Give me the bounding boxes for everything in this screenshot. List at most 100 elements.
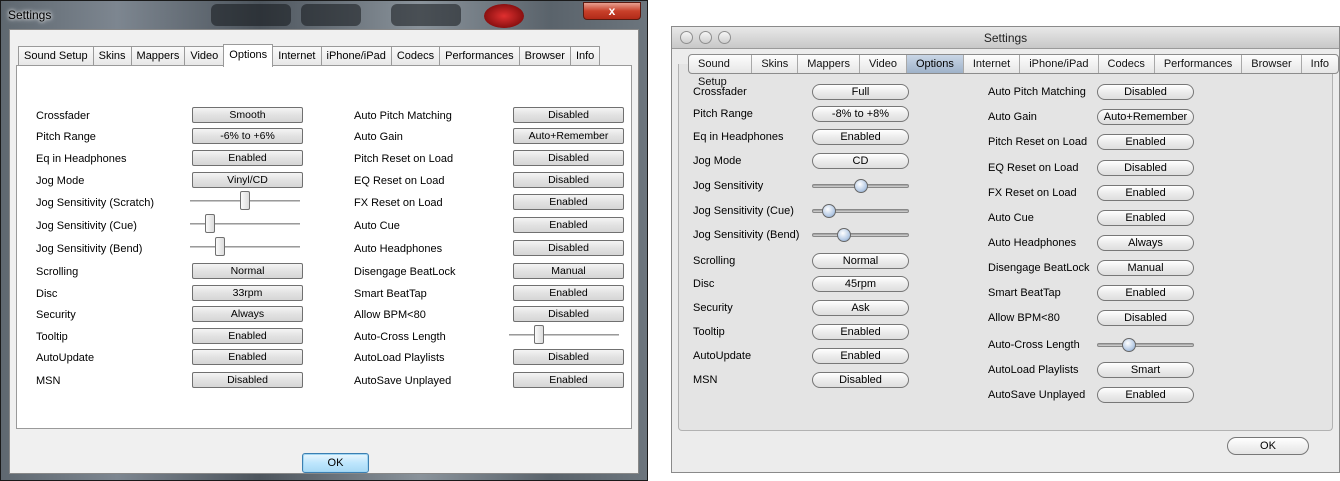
- disengage-beatlock-label: Disengage BeatLock: [988, 262, 1090, 274]
- slider-thumb[interactable]: [534, 325, 544, 344]
- auto-pitch-matching-label: Auto Pitch Matching: [354, 110, 452, 122]
- pitch-range-button[interactable]: -8% to +8%: [812, 106, 909, 122]
- auto-headphones-label: Auto Headphones: [988, 237, 1077, 249]
- window-title: Settings: [8, 8, 52, 22]
- jog-sensitivity-scratch-slider[interactable]: [190, 191, 300, 211]
- tab-skins[interactable]: Skins: [752, 55, 799, 73]
- slider-thumb[interactable]: [240, 191, 250, 210]
- auto-headphones-button[interactable]: Disabled: [513, 240, 624, 256]
- jog-sensitivity-bend-slider[interactable]: [190, 237, 300, 257]
- jog-sensitivity-slider[interactable]: [812, 179, 909, 193]
- tab-info[interactable]: Info: [1302, 55, 1338, 73]
- jog-sensitivity-bend-slider[interactable]: [812, 228, 909, 242]
- autoupdate-button[interactable]: Enabled: [812, 348, 909, 364]
- auto-cross-length-slider[interactable]: [509, 325, 619, 345]
- tab-performances[interactable]: Performances: [439, 46, 520, 66]
- slider-thumb[interactable]: [853, 179, 868, 193]
- tab-sound-setup[interactable]: Sound Setup: [689, 55, 753, 88]
- msn-button[interactable]: Disabled: [812, 372, 909, 388]
- tab-video[interactable]: Video: [860, 55, 907, 73]
- window-title: Settings: [983, 31, 1028, 45]
- slider-thumb[interactable]: [1121, 338, 1136, 352]
- eq-in-headphones-button[interactable]: Enabled: [192, 150, 303, 166]
- jog-mode-button[interactable]: CD: [812, 153, 909, 169]
- tab-skins[interactable]: Skins: [92, 46, 132, 66]
- slider-thumb[interactable]: [215, 237, 225, 256]
- jog-sensitivity-cue-slider[interactable]: [812, 204, 909, 218]
- disengage-beatlock-button[interactable]: Manual: [513, 263, 624, 279]
- autoupdate-label: AutoUpdate: [36, 352, 95, 364]
- tooltip-button[interactable]: Enabled: [812, 324, 909, 340]
- autosave-unplayed-button[interactable]: Enabled: [513, 372, 624, 388]
- eq-reset-on-load-button[interactable]: Disabled: [1097, 160, 1194, 176]
- slider-track: [812, 233, 909, 237]
- auto-pitch-matching-button[interactable]: Disabled: [513, 107, 624, 123]
- auto-cue-button[interactable]: Enabled: [513, 217, 624, 233]
- tab-video[interactable]: Video: [184, 46, 225, 66]
- auto-cross-length-slider[interactable]: [1097, 338, 1194, 352]
- scrolling-button[interactable]: Normal: [812, 253, 909, 269]
- auto-cue-button[interactable]: Enabled: [1097, 210, 1194, 226]
- tab-internet[interactable]: Internet: [272, 46, 322, 66]
- auto-gain-button[interactable]: Auto+Remember: [1097, 109, 1194, 125]
- crossfader-button[interactable]: Full: [812, 84, 909, 100]
- disc-button[interactable]: 33rpm: [192, 285, 303, 301]
- pitch-reset-on-load-button[interactable]: Disabled: [513, 150, 624, 166]
- scrolling-button[interactable]: Normal: [192, 263, 303, 279]
- eq-in-headphones-button[interactable]: Enabled: [812, 129, 909, 145]
- jog-sensitivity-cue-slider[interactable]: [190, 214, 300, 234]
- tab-internet[interactable]: Internet: [964, 55, 1021, 73]
- smart-beattap-button[interactable]: Enabled: [513, 285, 624, 301]
- autoload-playlists-label: AutoLoad Playlists: [354, 352, 445, 364]
- auto-pitch-matching-button[interactable]: Disabled: [1097, 84, 1194, 100]
- tab-iphone-ipad[interactable]: iPhone/iPad: [320, 46, 392, 66]
- tab-sound-setup[interactable]: Sound Setup: [18, 46, 94, 66]
- slider-thumb[interactable]: [836, 228, 851, 242]
- title-bar[interactable]: Settings x: [1, 1, 647, 29]
- disc-button[interactable]: 45rpm: [812, 276, 909, 292]
- disengage-beatlock-button[interactable]: Manual: [1097, 260, 1194, 276]
- auto-gain-button[interactable]: Auto+Remember: [513, 128, 624, 144]
- close-button[interactable]: x: [583, 2, 641, 20]
- crossfader-button[interactable]: Smooth: [192, 107, 303, 123]
- tooltip-button[interactable]: Enabled: [192, 328, 303, 344]
- eq-reset-on-load-button[interactable]: Disabled: [513, 172, 624, 188]
- tab-iphone-ipad[interactable]: iPhone/iPad: [1020, 55, 1099, 73]
- tab-info[interactable]: Info: [569, 46, 601, 66]
- allow-bpm-80-button[interactable]: Disabled: [1097, 310, 1194, 326]
- tab-codecs[interactable]: Codecs: [1099, 55, 1155, 73]
- autoload-playlists-button[interactable]: Smart: [1097, 362, 1194, 378]
- msn-button[interactable]: Disabled: [192, 372, 303, 388]
- pitch-reset-on-load-button[interactable]: Enabled: [1097, 134, 1194, 150]
- ok-button[interactable]: OK: [302, 453, 369, 473]
- security-button[interactable]: Ask: [812, 300, 909, 316]
- tab-options[interactable]: Options: [906, 55, 964, 73]
- ok-button[interactable]: OK: [1227, 437, 1309, 455]
- allow-bpm-80-button[interactable]: Disabled: [513, 306, 624, 322]
- autosave-unplayed-label: AutoSave Unplayed: [988, 389, 1086, 401]
- autosave-unplayed-button[interactable]: Enabled: [1097, 387, 1194, 403]
- title-bar[interactable]: Settings: [672, 27, 1339, 49]
- tab-codecs[interactable]: Codecs: [390, 46, 441, 66]
- autoupdate-button[interactable]: Enabled: [192, 349, 303, 365]
- tab-browser[interactable]: Browser: [1242, 55, 1302, 73]
- security-label: Security: [693, 302, 733, 314]
- smart-beattap-button[interactable]: Enabled: [1097, 285, 1194, 301]
- tab-segmented-control: Sound Setup Skins Mappers Video Options Inter…: [688, 54, 1339, 88]
- tab-mappers[interactable]: Mappers: [798, 55, 861, 73]
- jog-mode-button[interactable]: Vinyl/CD: [192, 172, 303, 188]
- slider-thumb[interactable]: [205, 214, 215, 233]
- msn-label: MSN: [693, 374, 718, 386]
- tab-performances[interactable]: Performances: [1155, 55, 1243, 73]
- fx-reset-on-load-button[interactable]: Enabled: [1097, 185, 1194, 201]
- autoload-playlists-button[interactable]: Disabled: [513, 349, 624, 365]
- security-button[interactable]: Always: [192, 306, 303, 322]
- slider-thumb[interactable]: [821, 204, 836, 218]
- jog-mode-label: Jog Mode: [693, 155, 742, 167]
- tab-options[interactable]: Options: [223, 44, 274, 67]
- tab-browser[interactable]: Browser: [518, 46, 571, 66]
- auto-headphones-button[interactable]: Always: [1097, 235, 1194, 251]
- pitch-range-button[interactable]: -6% to +6%: [192, 128, 303, 144]
- tab-mappers[interactable]: Mappers: [130, 46, 186, 66]
- fx-reset-on-load-button[interactable]: Enabled: [513, 194, 624, 210]
